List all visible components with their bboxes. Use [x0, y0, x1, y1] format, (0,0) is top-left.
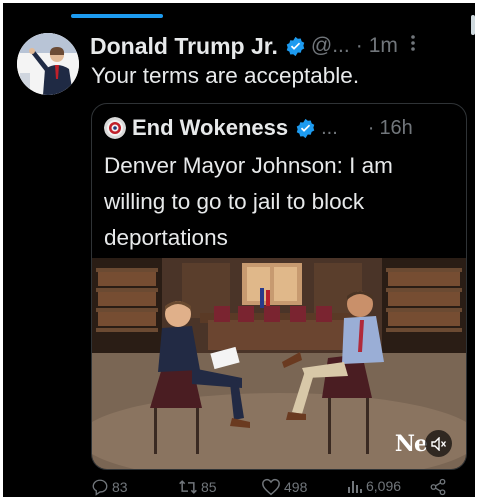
tweet-actions: 83 85 498 6,096 [91, 478, 463, 497]
reply-count: 83 [112, 479, 128, 495]
quoted-tweet[interactable]: End Wokeness ... · 16h Denver Mayor John… [91, 103, 467, 470]
media-logo-text: Ne [394, 430, 428, 457]
quoted-timestamp[interactable]: 16h [379, 117, 412, 140]
reply-button[interactable]: 83 [91, 478, 128, 496]
repost-icon [179, 480, 197, 494]
quoted-tweet-text: Denver Mayor Johnson: I am willing to go… [104, 153, 393, 250]
volume-mute-icon[interactable] [425, 430, 452, 457]
repost-button[interactable]: 85 [178, 478, 217, 496]
header-separator: · [355, 34, 363, 57]
repost-count: 85 [201, 479, 217, 495]
views-button[interactable]: 6,096 [347, 478, 401, 494]
author-name[interactable]: Donald Trump Jr. [90, 33, 278, 60]
views-chart-icon [348, 481, 362, 493]
verified-badge-icon [286, 36, 305, 56]
like-button[interactable]: 498 [261, 478, 307, 496]
share-icon [430, 478, 446, 496]
author-handle[interactable]: @... [311, 34, 350, 58]
avatar-image [17, 33, 79, 95]
heart-icon [262, 478, 280, 496]
quoted-video[interactable]: Ne [92, 258, 466, 469]
quoted-author-handle[interactable]: ... [321, 117, 338, 140]
quoted-verified-badge-icon [296, 118, 315, 138]
reply-icon [92, 479, 108, 496]
tweet-timestamp[interactable]: 1m [369, 34, 398, 58]
quoted-author-name[interactable]: End Wokeness [132, 115, 288, 141]
app-frame: Donald Trump Jr. @... · 1m Your terms ar… [3, 3, 475, 497]
tweet-text: Your terms are acceptable. [91, 63, 360, 88]
more-vertical-icon[interactable] [410, 34, 416, 58]
share-button[interactable] [429, 478, 450, 496]
views-count: 6,096 [366, 478, 402, 494]
like-count: 498 [284, 479, 308, 495]
tweet[interactable]: Donald Trump Jr. @... · 1m Your terms ar… [3, 3, 475, 497]
quoted-header-separator: · [367, 116, 375, 139]
media-watermark: Ne [395, 430, 452, 457]
quoted-author-avatar[interactable] [104, 117, 126, 139]
tweet-header: Donald Trump Jr. @... · 1m [90, 31, 465, 61]
quoted-tweet-header: End Wokeness ... · 16h [104, 113, 458, 143]
author-avatar[interactable] [17, 33, 79, 95]
